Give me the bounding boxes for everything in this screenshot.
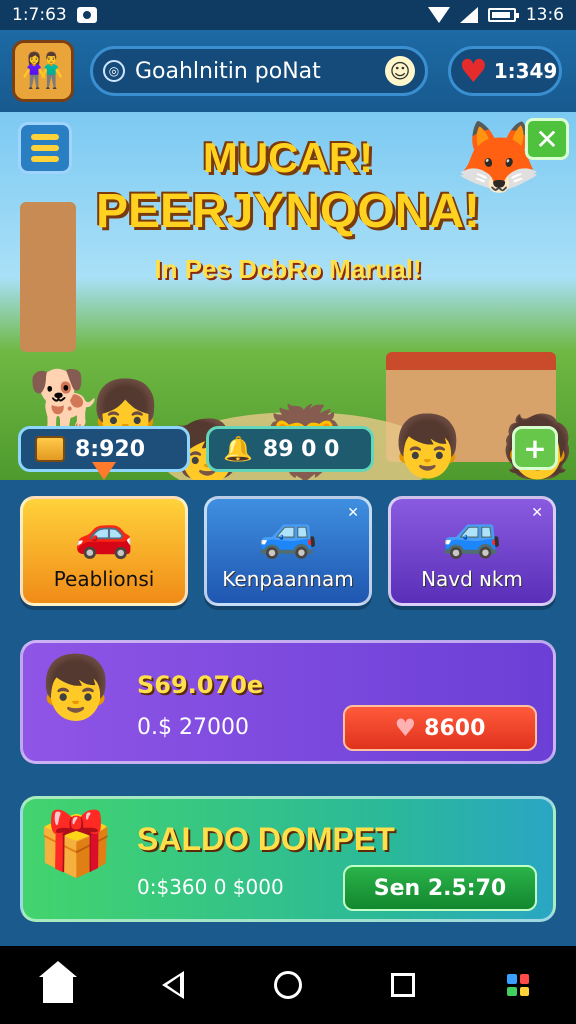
wallet-amount: 0:$360 0 $000 [137, 875, 284, 899]
event-banner[interactable]: MUCAR! PEERJYNQONA! In Pes DcbRo Marual!… [0, 112, 576, 480]
sparkle-icon: ✕ [531, 505, 543, 521]
category-label: Navd ɴkm [421, 567, 523, 591]
category-label: Kenpaannam [222, 567, 354, 591]
chest-icon [35, 436, 65, 462]
category-tile-1[interactable]: 🚗 Peablionsi [20, 496, 188, 606]
location-icon: ◎ [103, 60, 125, 82]
jeep-icon: 🚙 [442, 505, 502, 561]
wallet-title: SALDO DOMPET [137, 821, 395, 857]
yellow-truck-icon: 🚙 [258, 505, 318, 561]
status-bar: 1:7:63 13:6 [0, 0, 576, 30]
blue-car-icon: 🚗 [74, 505, 134, 561]
treasure-box-icon: 🎁 [37, 807, 115, 880]
pointer-arrow-icon [92, 462, 116, 480]
signal-icon [459, 7, 478, 23]
lives-counter[interactable]: ♥ 1:349 [448, 46, 562, 96]
title-text: Goahlnitin poNat [135, 58, 321, 84]
home-icon [38, 961, 77, 1003]
close-button[interactable]: ✕ [525, 118, 569, 160]
system-nav-bar [0, 946, 576, 1024]
resource-bell-counter[interactable]: 🔔 89 0 0 [206, 426, 374, 472]
resource1-value: 8:920 [75, 436, 146, 462]
app-grid-icon [507, 974, 530, 996]
buy-with-hearts-button[interactable]: ♥ 8600 [343, 705, 537, 751]
wallet-action-button[interactable]: Sen 2.5:70 [343, 865, 537, 911]
buy-button-label: 8600 [424, 715, 486, 741]
heart-icon: ♥ [459, 52, 488, 90]
home-button[interactable] [38, 961, 78, 1005]
bell-icon: 🔔 [223, 435, 253, 463]
battery-icon [487, 8, 519, 22]
battery-text: 13:6 [525, 5, 564, 25]
category-tile-2[interactable]: ✕ 🚙 Kenpaannam [204, 496, 372, 606]
square-icon [391, 973, 416, 997]
wifi-icon [427, 7, 450, 23]
back-button[interactable] [153, 965, 193, 1005]
sparkle-icon: ✕ [347, 505, 359, 521]
recents-home-button[interactable] [268, 965, 308, 1005]
overview-button[interactable] [383, 965, 423, 1005]
heart-icon: ♥ [394, 714, 417, 742]
boy-with-coins-icon: 👦 [37, 651, 115, 724]
clock: 1:7:63 [12, 5, 67, 25]
circle-icon [273, 971, 302, 999]
wallet-panel[interactable]: 🎁 SALDO DOMPET 0:$360 0 $000 Sen 2.5:70 [20, 796, 556, 922]
lives-value: 1:349 [493, 59, 558, 83]
reward-title: S69.070e [137, 671, 264, 699]
banner-subtitle: In Pes DcbRo Marual! [154, 254, 422, 284]
camera-icon [76, 7, 97, 23]
reward-panel[interactable]: 👦 S69.070e 0.$ 27000 ♥ 8600 [20, 640, 556, 764]
wallet-button-label: Sen 2.5:70 [373, 875, 507, 901]
apps-button[interactable] [498, 965, 538, 1005]
category-tile-3[interactable]: ✕ 🚙 Navd ɴkm [388, 496, 556, 606]
resource2-value: 89 0 0 [262, 436, 340, 462]
category-label: Peablionsi [53, 567, 155, 591]
top-bar: 👫 ◎ Goahlnitin poNat ☺ ♥ 1:349 [0, 30, 576, 112]
smiley-icon[interactable]: ☺ [385, 56, 415, 86]
reward-amount: 0.$ 27000 [137, 715, 249, 740]
add-resource-button[interactable]: + [512, 426, 558, 470]
back-icon [161, 971, 184, 999]
title-pill[interactable]: ◎ Goahlnitin poNat ☺ [90, 46, 428, 96]
avatar[interactable]: 👫 [12, 40, 74, 102]
kid-red-cap-character-icon: 👦 [390, 412, 465, 480]
